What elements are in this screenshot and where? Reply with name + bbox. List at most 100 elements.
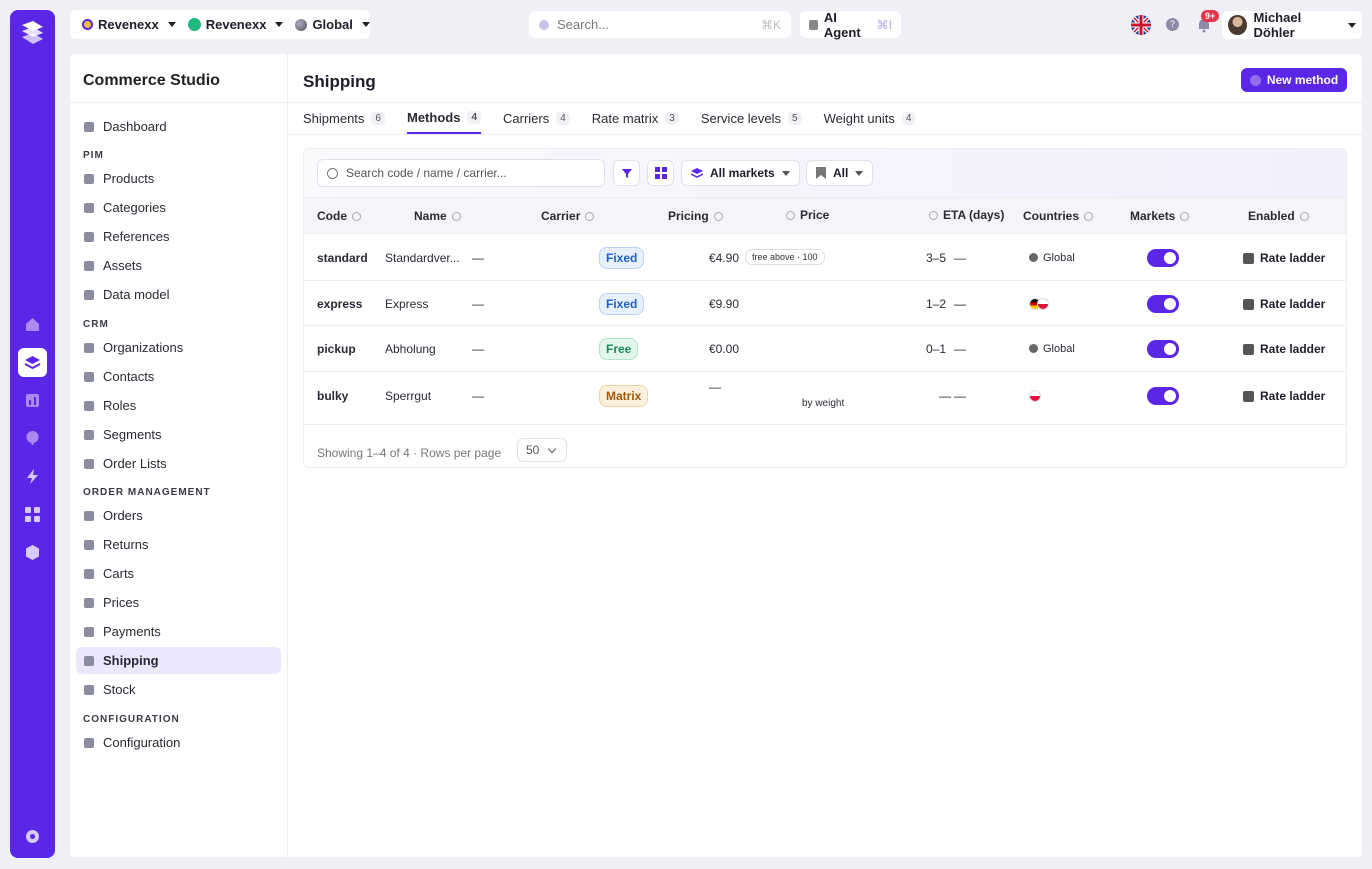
- market-switcher[interactable]: Global: [289, 10, 375, 39]
- new-method-button[interactable]: New method: [1241, 68, 1347, 92]
- rate-ladder-link[interactable]: Rate ladder: [1243, 297, 1325, 311]
- sidebar-item-roles[interactable]: Roles: [76, 392, 281, 419]
- view-toggle-button[interactable]: [647, 160, 674, 186]
- sidebar-item-payments[interactable]: Payments: [76, 618, 281, 645]
- sidebar-item-returns[interactable]: Returns: [76, 531, 281, 558]
- sidebar-item-prices[interactable]: Prices: [76, 589, 281, 616]
- header-pricing[interactable]: Pricing: [668, 209, 723, 223]
- rate-ladder-link[interactable]: Rate ladder: [1243, 389, 1325, 403]
- header-markets-label: Markets: [1130, 209, 1176, 223]
- sidebar-item-stock[interactable]: Stock: [76, 676, 281, 703]
- header-countries[interactable]: Countries: [1023, 209, 1094, 223]
- tab-methods[interactable]: Methods 4: [406, 102, 481, 134]
- sidebar-item-organizations[interactable]: Organizations: [76, 334, 281, 361]
- sidebar-item-assets[interactable]: Assets: [76, 252, 281, 279]
- help-icon[interactable]: ?: [1166, 18, 1179, 31]
- globe-icon: [1029, 344, 1038, 353]
- filter-bar: Search code / name / carrier... All mark…: [304, 149, 1346, 197]
- tab-rate-matrix[interactable]: Rate matrix 3: [592, 102, 679, 134]
- edit-icon: [1243, 298, 1254, 310]
- sidebar-item-products[interactable]: Products: [76, 165, 281, 192]
- header-name[interactable]: Name: [414, 209, 461, 223]
- header-eta[interactable]: ETA (days): [929, 208, 1004, 222]
- table-row[interactable]: standard Standardver... — Fixed €4.90 free ab…: [304, 235, 1346, 281]
- price-note: by weight: [802, 398, 845, 409]
- stock-icon: [84, 684, 94, 695]
- header-price[interactable]: Price: [786, 208, 829, 222]
- tab-weight-units[interactable]: Weight units 4: [824, 102, 916, 134]
- header-markets[interactable]: Markets: [1130, 209, 1190, 223]
- table-row[interactable]: bulky Sperrgut — Matrix — by weight — — Rate lad…: [304, 372, 1346, 425]
- markets-filter-value: All markets: [710, 166, 775, 180]
- home-icon[interactable]: [18, 310, 47, 339]
- rows-per-page-select[interactable]: 50: [517, 438, 567, 462]
- table-search-input[interactable]: Search code / name / carrier...: [317, 159, 605, 187]
- settings-gear-icon[interactable]: [18, 822, 47, 851]
- apps-icon[interactable]: [18, 500, 47, 529]
- sidebar-item-contacts[interactable]: Contacts: [76, 363, 281, 390]
- sidebar-item-configuration[interactable]: Configuration: [76, 729, 281, 756]
- user-menu[interactable]: Michael Döhler: [1222, 10, 1362, 40]
- enabled-toggle[interactable]: [1147, 295, 1179, 313]
- pricing-badge: Fixed: [599, 247, 645, 269]
- tab-count-badge: 5: [788, 111, 802, 125]
- sidebar: Commerce Studio Dashboard PIM Products Cate…: [70, 54, 288, 857]
- header-eta-label: ETA (days): [943, 208, 1005, 222]
- status-filter-select[interactable]: All: [806, 160, 874, 186]
- app-rail: [10, 10, 55, 858]
- shipping-icon: [84, 655, 94, 666]
- sidebar-item-dashboard[interactable]: Dashboard: [76, 113, 281, 140]
- rate-ladder-link[interactable]: Rate ladder: [1243, 342, 1325, 356]
- org-switcher-1[interactable]: Revenexx: [76, 10, 182, 39]
- org-logo-icon: [82, 19, 93, 30]
- org-switcher-2[interactable]: Revenexx: [182, 10, 290, 39]
- table-search-placeholder: Search code / name / carrier...: [346, 166, 507, 180]
- poland-flag-icon: [1029, 390, 1041, 402]
- edit-icon: [1243, 252, 1254, 264]
- global-search-input[interactable]: Search... ⌘K: [529, 11, 791, 38]
- filter-button[interactable]: [613, 160, 640, 186]
- markets-filter-select[interactable]: All markets: [681, 160, 800, 186]
- header-carrier-label: Carrier: [541, 209, 581, 223]
- enabled-toggle[interactable]: [1147, 340, 1179, 358]
- header-carrier[interactable]: Carrier: [541, 209, 595, 223]
- enabled-toggle[interactable]: [1147, 249, 1179, 267]
- notification-badge: 9+: [1201, 10, 1220, 22]
- cube-icon[interactable]: [18, 538, 47, 567]
- tab-service-levels[interactable]: Service levels 5: [701, 102, 802, 134]
- payments-icon: [84, 626, 94, 637]
- sidebar-item-order-lists[interactable]: Order Lists: [76, 450, 281, 477]
- tab-label: Service levels: [700, 110, 782, 126]
- sidebar-item-data-model[interactable]: Data model: [76, 281, 281, 308]
- global-search-placeholder: Search...: [557, 17, 610, 32]
- globe-icon: [1029, 253, 1038, 262]
- header-code-label: Code: [317, 209, 347, 223]
- sidebar-item-references[interactable]: References: [76, 223, 281, 250]
- sidebar-item-orders[interactable]: Orders: [76, 502, 281, 529]
- new-method-label: New method: [1266, 73, 1339, 87]
- cell-price: —: [709, 380, 721, 394]
- sidebar-item-categories[interactable]: Categories: [76, 194, 281, 221]
- ai-agent-button[interactable]: AI Agent ⌘I: [800, 10, 901, 40]
- sidebar-item-segments[interactable]: Segments: [76, 421, 281, 448]
- rate-ladder-link[interactable]: Rate ladder: [1243, 251, 1325, 265]
- enabled-toggle[interactable]: [1147, 387, 1179, 405]
- tab-carriers[interactable]: Carriers 4: [503, 102, 570, 134]
- sidebar-item-carts[interactable]: Carts: [76, 560, 281, 587]
- location-icon[interactable]: [18, 424, 47, 453]
- sidebar-item-label: Carts: [103, 566, 135, 581]
- sidebar-item-label: Payments: [103, 624, 161, 639]
- tab-shipments[interactable]: Shipments 6: [303, 102, 385, 134]
- header-code[interactable]: Code: [317, 209, 361, 223]
- app-logo-icon[interactable]: [19, 19, 46, 46]
- layers-icon[interactable]: [18, 348, 47, 377]
- header-enabled[interactable]: Enabled: [1248, 209, 1309, 223]
- table-row[interactable]: pickup Abholung — Free €0.00 0–1 — Global Rate l…: [304, 326, 1346, 372]
- sidebar-item-label: Orders: [103, 508, 143, 523]
- uk-flag-icon[interactable]: [1131, 15, 1151, 35]
- bolt-icon[interactable]: [18, 462, 47, 491]
- table-row[interactable]: express Express — Fixed €9.90 1–2 — Rate ladder: [304, 281, 1346, 326]
- sidebar-item-shipping[interactable]: Shipping: [76, 647, 281, 674]
- chart-icon[interactable]: [18, 386, 47, 415]
- header-countries-label: Countries: [1023, 209, 1080, 223]
